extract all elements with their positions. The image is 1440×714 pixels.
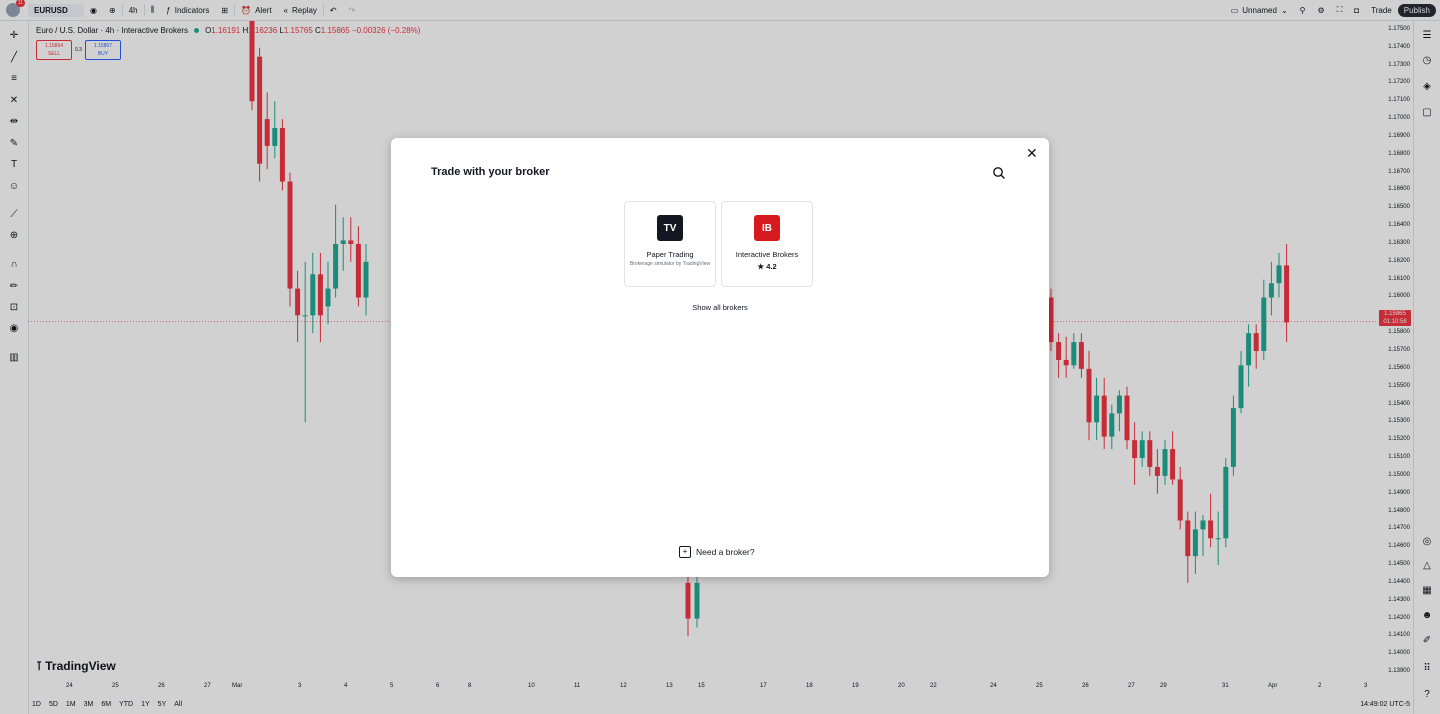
broker-dialog: Trade with your broker ✕ TV Paper Tradin… [391, 138, 1049, 577]
show-all-brokers-link[interactable]: Show all brokers [391, 303, 1049, 312]
star-icon: ★ [757, 262, 765, 271]
close-icon[interactable]: ✕ [1026, 146, 1038, 160]
broker-card-interactive-brokers[interactable]: IB Interactive Brokers ★ 4.2 [721, 201, 813, 287]
broker-name: Paper Trading [646, 250, 694, 259]
plus-square-icon: + [679, 546, 691, 558]
dialog-title: Trade with your broker [431, 166, 550, 178]
need-broker-link[interactable]: + Need a broker? [679, 546, 755, 558]
broker-rating: ★ 4.2 [757, 262, 777, 271]
need-broker-label: Need a broker? [696, 547, 755, 557]
search-icon[interactable] [992, 166, 1006, 180]
interactive-brokers-logo-icon: IB [754, 215, 780, 241]
broker-card-paper-trading[interactable]: TV Paper Trading Brokerage simulator by … [624, 201, 716, 287]
broker-description: Brokerage simulator by TradingView [629, 261, 711, 267]
broker-name: Interactive Brokers [735, 250, 799, 259]
paper-trading-logo-icon: TV [657, 215, 683, 241]
